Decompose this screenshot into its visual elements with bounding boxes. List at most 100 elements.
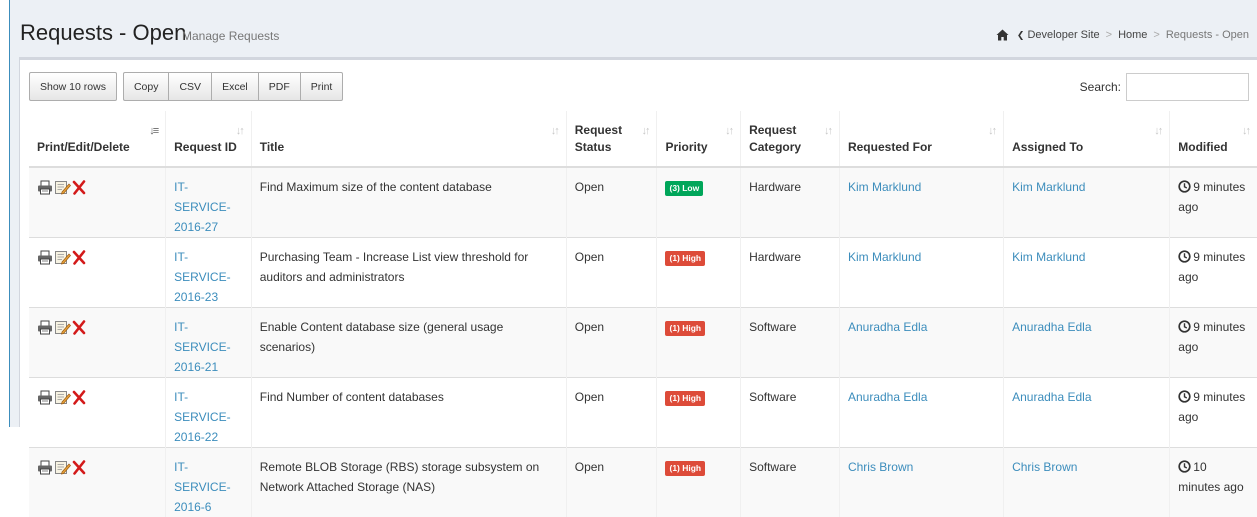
- category-cell: Software: [741, 378, 840, 448]
- assigned-to-cell: Kim Marklund: [1004, 238, 1170, 308]
- edit-icon[interactable]: [54, 320, 71, 335]
- requested-for-cell: Kim Marklund: [839, 167, 1003, 238]
- table-row: IT-SERVICE-2016-23 Purchasing Team - Inc…: [29, 238, 1257, 308]
- requests-table: ↓≡Print/Edit/Delete ↓↑Request ID ↓↑Title…: [29, 111, 1257, 517]
- copy-button[interactable]: Copy: [123, 72, 169, 101]
- priority-cell: (1) High: [657, 308, 741, 378]
- assigned-to-cell: Chris Brown: [1004, 448, 1170, 517]
- table-row: IT-SERVICE-2016-27 Find Maximum size of …: [29, 167, 1257, 238]
- print-icon[interactable]: [37, 460, 53, 475]
- request-id-cell: IT-SERVICE-2016-21: [166, 308, 252, 378]
- edit-icon[interactable]: [54, 390, 71, 405]
- request-id-link[interactable]: IT-SERVICE-2016-27: [174, 180, 230, 234]
- page-subtitle: Manage Requests: [182, 29, 279, 43]
- assigned-to-link[interactable]: Kim Marklund: [1012, 180, 1085, 194]
- requested-for-cell: Chris Brown: [839, 448, 1003, 517]
- home-icon[interactable]: [996, 29, 1009, 41]
- print-icon[interactable]: [37, 390, 53, 405]
- assigned-to-link[interactable]: Anuradha Edla: [1012, 320, 1091, 334]
- actions-cell: [29, 308, 166, 378]
- sort-icon: ↓↑: [236, 123, 243, 140]
- category-cell: Hardware: [741, 167, 840, 238]
- print-button[interactable]: Print: [300, 72, 344, 101]
- requested-for-link[interactable]: Chris Brown: [848, 460, 913, 474]
- edit-icon[interactable]: [54, 460, 71, 475]
- breadcrumb-separator: >: [1106, 29, 1112, 41]
- edit-icon[interactable]: [54, 180, 71, 195]
- sort-icon: ↓↑: [725, 123, 732, 140]
- sort-icon: ↓↑: [824, 123, 831, 140]
- csv-button[interactable]: CSV: [168, 72, 211, 101]
- requested-for-link[interactable]: Kim Marklund: [848, 180, 921, 194]
- table-row: IT-SERVICE-2016-6 Remote BLOB Storage (R…: [29, 448, 1257, 517]
- col-header-priority[interactable]: ↓↑Priority: [657, 111, 741, 167]
- delete-icon[interactable]: [72, 390, 86, 405]
- priority-cell: (1) High: [657, 378, 741, 448]
- clock-icon: [1178, 250, 1191, 263]
- pdf-button[interactable]: PDF: [258, 72, 300, 101]
- col-header-category[interactable]: ↓↑Request Category: [741, 111, 840, 167]
- title-cell: Purchasing Team - Increase List view thr…: [251, 238, 566, 308]
- modified-cell: 10 minutes ago: [1170, 448, 1257, 517]
- print-icon[interactable]: [37, 250, 53, 265]
- status-cell: Open: [566, 378, 657, 448]
- col-header-status[interactable]: ↓↑Request Status: [566, 111, 657, 167]
- priority-badge: (1) High: [665, 391, 705, 406]
- request-id-link[interactable]: IT-SERVICE-2016-21: [174, 320, 230, 374]
- requested-for-cell: Anuradha Edla: [839, 308, 1003, 378]
- col-header-assigned-to[interactable]: ↓↑Assigned To: [1004, 111, 1170, 167]
- status-cell: Open: [566, 308, 657, 378]
- priority-badge: (3) Low: [665, 181, 703, 196]
- actions-cell: [29, 378, 166, 448]
- requested-for-link[interactable]: Anuradha Edla: [848, 390, 927, 404]
- priority-badge: (1) High: [665, 461, 705, 476]
- sort-icon: ↓↑: [1154, 123, 1161, 140]
- print-icon[interactable]: [37, 320, 53, 335]
- search-input[interactable]: [1126, 73, 1249, 101]
- col-header-request-id[interactable]: ↓↑Request ID: [166, 111, 252, 167]
- print-icon[interactable]: [37, 180, 53, 195]
- excel-button[interactable]: Excel: [211, 72, 258, 101]
- col-header-title[interactable]: ↓↑Title: [251, 111, 566, 167]
- content-header: Requests - Open Manage Requests ❮ Develo…: [10, 0, 1257, 57]
- request-id-link[interactable]: IT-SERVICE-2016-22: [174, 390, 230, 444]
- category-cell: Software: [741, 448, 840, 517]
- requested-for-cell: Anuradha Edla: [839, 378, 1003, 448]
- breadcrumb-developer-site[interactable]: Developer Site: [1027, 29, 1099, 41]
- assigned-to-link[interactable]: Anuradha Edla: [1012, 390, 1091, 404]
- delete-icon[interactable]: [72, 460, 86, 475]
- modified-cell: 9 minutes ago: [1170, 378, 1257, 448]
- show-rows-button[interactable]: Show 10 rows: [29, 72, 117, 101]
- sort-icon: ↓↑: [641, 123, 648, 140]
- breadcrumb-separator: >: [1153, 29, 1159, 41]
- clock-icon: [1178, 180, 1191, 193]
- priority-badge: (1) High: [665, 251, 705, 266]
- request-id-cell: IT-SERVICE-2016-22: [166, 378, 252, 448]
- delete-icon[interactable]: [72, 180, 86, 195]
- col-header-modified[interactable]: ↓↑Modified: [1170, 111, 1257, 167]
- delete-icon[interactable]: [72, 250, 86, 265]
- assigned-to-link[interactable]: Chris Brown: [1012, 460, 1077, 474]
- requested-for-link[interactable]: Kim Marklund: [848, 250, 921, 264]
- delete-icon[interactable]: [72, 320, 86, 335]
- edit-icon[interactable]: [54, 250, 71, 265]
- table-row: IT-SERVICE-2016-21 Enable Content databa…: [29, 308, 1257, 378]
- assigned-to-link[interactable]: Kim Marklund: [1012, 250, 1085, 264]
- sort-desc-icon: ↓≡: [149, 123, 157, 140]
- col-header-actions[interactable]: ↓≡Print/Edit/Delete: [29, 111, 166, 167]
- request-id-cell: IT-SERVICE-2016-23: [166, 238, 252, 308]
- col-header-requested-for[interactable]: ↓↑Requested For: [839, 111, 1003, 167]
- requested-for-link[interactable]: Anuradha Edla: [848, 320, 927, 334]
- table-header-row: ↓≡Print/Edit/Delete ↓↑Request ID ↓↑Title…: [29, 111, 1257, 167]
- modified-cell: 9 minutes ago: [1170, 238, 1257, 308]
- assigned-to-cell: Anuradha Edla: [1004, 378, 1170, 448]
- table-row: IT-SERVICE-2016-22 Find Number of conten…: [29, 378, 1257, 448]
- table-toolbar: Show 10 rows Copy CSV Excel PDF Print: [29, 72, 349, 101]
- request-id-link[interactable]: IT-SERVICE-2016-23: [174, 250, 230, 304]
- title-cell: Find Number of content databases: [251, 378, 566, 448]
- request-id-link[interactable]: IT-SERVICE-2016-6: [174, 460, 230, 514]
- modified-cell: 9 minutes ago: [1170, 308, 1257, 378]
- sort-icon: ↓↑: [988, 123, 995, 140]
- priority-badge: (1) High: [665, 321, 705, 336]
- breadcrumb-home[interactable]: Home: [1118, 29, 1147, 41]
